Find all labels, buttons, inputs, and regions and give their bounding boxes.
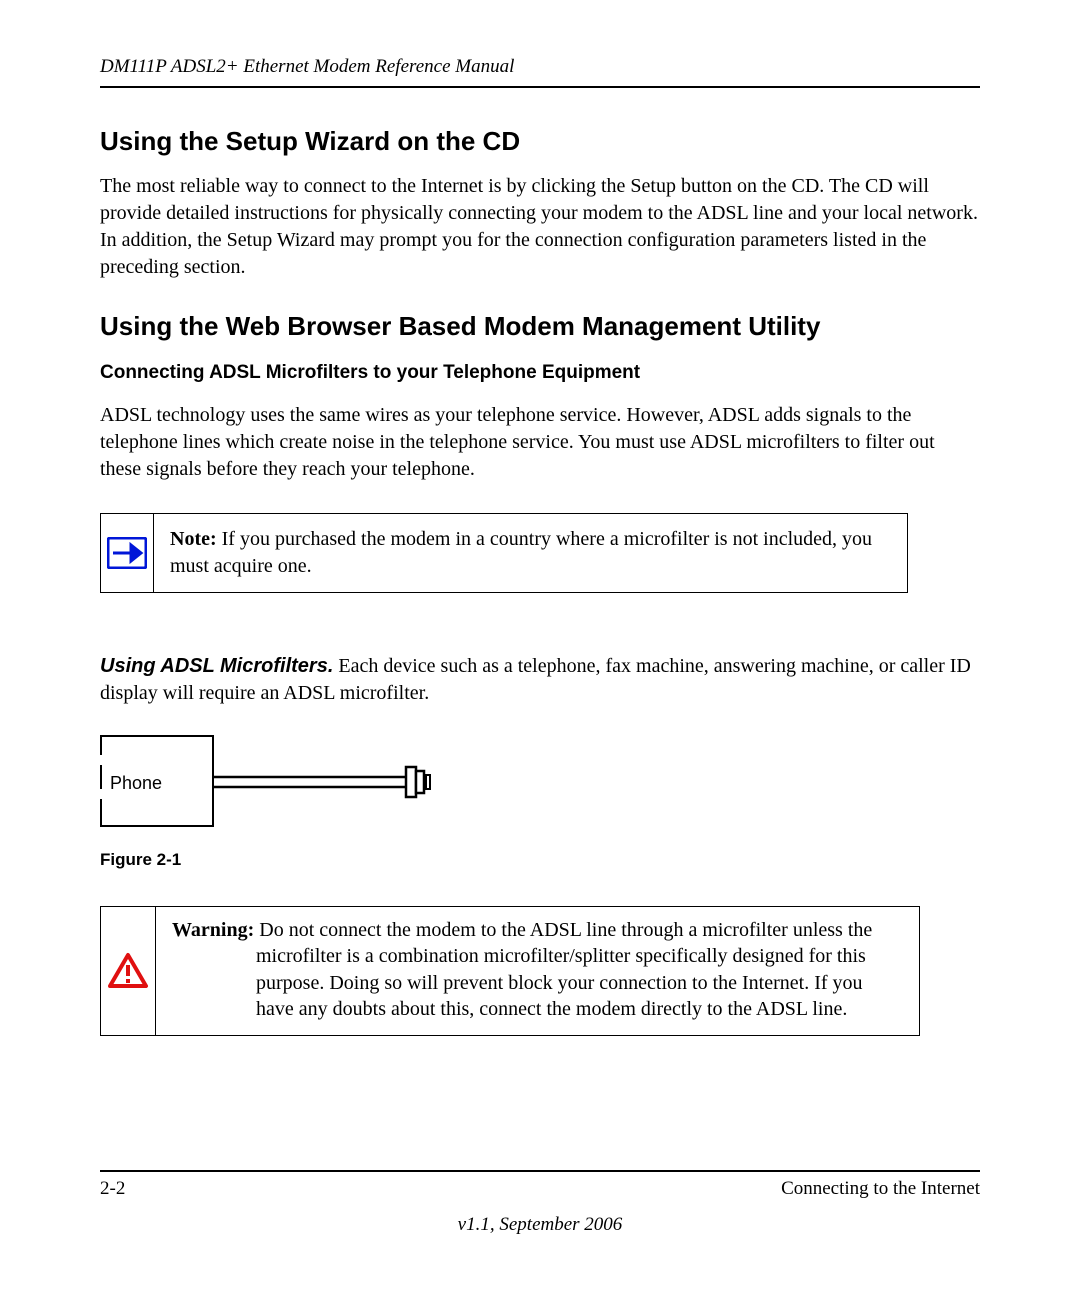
figure-caption: Figure 2-1	[100, 850, 980, 870]
section2-body: ADSL technology uses the same wires as y…	[100, 402, 980, 483]
note-callout: Note: If you purchased the modem in a co…	[100, 513, 908, 593]
phone-box: Phone	[100, 735, 214, 827]
page-number: 2-2	[100, 1178, 125, 1200]
doc-version: v1.1, September 2006	[100, 1214, 980, 1236]
figure-2-1: Phone	[100, 735, 980, 832]
warning-text: Warning: Do not connect the modem to the…	[156, 907, 919, 1035]
microfilter-cable-icon	[212, 735, 442, 827]
page-footer: 2-2 Connecting to the Internet v1.1, Sep…	[100, 1170, 980, 1236]
note-text: Note: If you purchased the modem in a co…	[154, 514, 907, 592]
doc-title: DM111P ADSL2+ Ethernet Modem Reference M…	[100, 56, 514, 77]
phone-label: Phone	[110, 773, 162, 794]
section1-body: The most reliable way to connect to the …	[100, 173, 980, 281]
document-header: DM111P ADSL2+ Ethernet Modem Reference M…	[100, 56, 980, 88]
warning-triangle-icon	[107, 952, 149, 990]
note-label: Note:	[170, 528, 217, 550]
section-heading-web-utility: Using the Web Browser Based Modem Manage…	[100, 311, 980, 342]
warning-callout: Warning: Do not connect the modem to the…	[100, 906, 920, 1036]
arrow-right-icon	[107, 537, 147, 569]
warning-label: Warning:	[172, 919, 254, 941]
subheading-microfilters: Connecting ADSL Microfilters to your Tel…	[100, 362, 980, 384]
note-icon-cell	[101, 514, 154, 592]
warning-icon-cell	[101, 907, 156, 1035]
note-body: If you purchased the modem in a country …	[170, 528, 872, 577]
section-heading-setup-wizard: Using the Setup Wizard on the CD	[100, 126, 980, 157]
chapter-title: Connecting to the Internet	[781, 1178, 980, 1200]
runin-paragraph: Using ADSL Microfilters. Each device suc…	[100, 653, 980, 707]
runin-heading: Using ADSL Microfilters.	[100, 655, 333, 677]
warning-body: Do not connect the modem to the ADSL lin…	[254, 919, 872, 1020]
